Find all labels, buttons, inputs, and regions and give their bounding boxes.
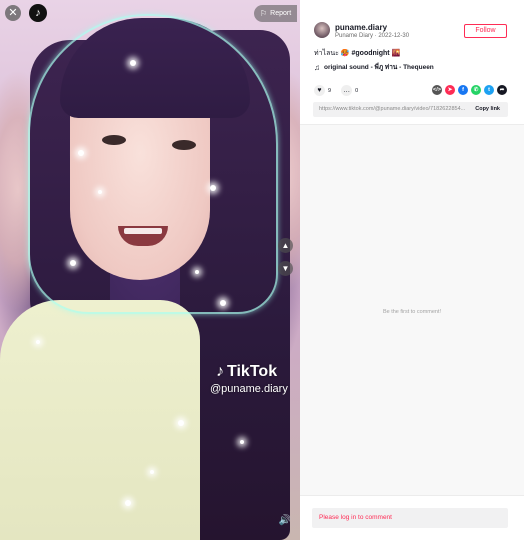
video-player[interactable]: ✕ ♪ ⚐ Report ▲ ▼ ♪ TikTok @puname.diary … [0, 0, 300, 540]
heart-icon[interactable]: ♥ [314, 85, 325, 96]
video-caption: ท่าไลนะ 🥵 #goodnight 🌇 [314, 48, 400, 59]
sparkle [98, 190, 102, 194]
sparkle [220, 300, 226, 306]
caption-emoji: 🌇 [391, 50, 401, 57]
music-note-icon: ♫ [314, 62, 320, 72]
next-video-button[interactable]: ▼ [278, 261, 293, 276]
tiktok-note-icon: ♪ [216, 363, 224, 380]
author-subtitle: Puname Diary · 2022-12-30 [335, 33, 410, 39]
chevron-up-icon: ▲ [281, 241, 290, 250]
sparkle [70, 260, 76, 266]
sparkle [36, 340, 40, 344]
avatar[interactable] [314, 22, 330, 38]
sparkle [240, 440, 244, 444]
facebook-icon[interactable]: f [458, 85, 468, 95]
whatsapp-icon[interactable]: ✆ [471, 85, 481, 95]
chevron-down-icon: ▼ [281, 264, 290, 273]
close-icon: ✕ [8, 7, 18, 19]
send-icon[interactable]: ➤ [445, 85, 455, 95]
video-url: https://www.tiktok.com/@puname.diary/vid… [319, 106, 466, 112]
share-buttons: </> ➤ f ✆ t ➦ [432, 85, 507, 95]
watermark-brand: TikTok [227, 363, 278, 380]
copy-link-button[interactable]: Copy link [475, 106, 500, 112]
music-link[interactable]: ♫ original sound - พี่ภู ท่าน - Thequeen [314, 62, 434, 72]
tiktok-logo-icon[interactable]: ♪ [29, 4, 47, 22]
empty-comments-message: Be the first to comment! [382, 309, 442, 315]
follow-button[interactable]: Follow [464, 24, 507, 38]
watermark-logo-row: ♪ TikTok [216, 363, 288, 381]
sparkle [150, 470, 154, 474]
like-stat[interactable]: ♥ 9 [314, 85, 331, 96]
volume-button[interactable]: 🔊 [278, 514, 292, 528]
speaker-icon: 🔊 [278, 515, 292, 526]
sparkle [210, 185, 216, 191]
hashtag-link[interactable]: #goodnight [352, 50, 390, 57]
sparkle [195, 270, 199, 274]
details-panel: puname.diary Puname Diary · 2022-12-30 F… [300, 0, 524, 540]
sparkle [178, 420, 184, 426]
embed-icon[interactable]: </> [432, 85, 442, 95]
video-shirt [0, 300, 200, 540]
comment-stat[interactable]: … 0 [341, 85, 358, 96]
watermark-handle: @puname.diary [210, 383, 288, 395]
flag-icon: ⚐ [260, 9, 268, 18]
sparkle [125, 500, 131, 506]
login-prompt[interactable]: Please log in to comment [319, 514, 392, 521]
login-to-comment-bar[interactable]: Please log in to comment [312, 508, 508, 528]
copy-link-box: https://www.tiktok.com/@puname.diary/vid… [313, 102, 508, 117]
sparkle [130, 60, 136, 66]
comments-list[interactable]: Be the first to comment! [300, 124, 524, 496]
report-label: Report [270, 10, 292, 17]
video-glow-outline [28, 14, 278, 314]
sparkle [78, 150, 84, 156]
engagement-stats: ♥ 9 … 0 [314, 85, 358, 96]
like-count: 9 [328, 87, 332, 94]
close-button[interactable]: ✕ [5, 5, 21, 21]
previous-video-button[interactable]: ▲ [278, 238, 293, 253]
comment-count: 0 [355, 87, 359, 94]
music-label: original sound - พี่ภู ท่าน - Thequeen [324, 64, 434, 71]
comment-icon[interactable]: … [341, 85, 353, 96]
twitter-icon[interactable]: t [484, 85, 494, 95]
report-button[interactable]: ⚐ Report [254, 5, 298, 22]
tiktok-watermark: ♪ TikTok @puname.diary [210, 363, 288, 395]
author-username[interactable]: puname.diary [335, 23, 387, 32]
share-arrow-icon[interactable]: ➦ [497, 85, 507, 95]
caption-text: ท่าไลนะ 🥵 [314, 50, 350, 57]
